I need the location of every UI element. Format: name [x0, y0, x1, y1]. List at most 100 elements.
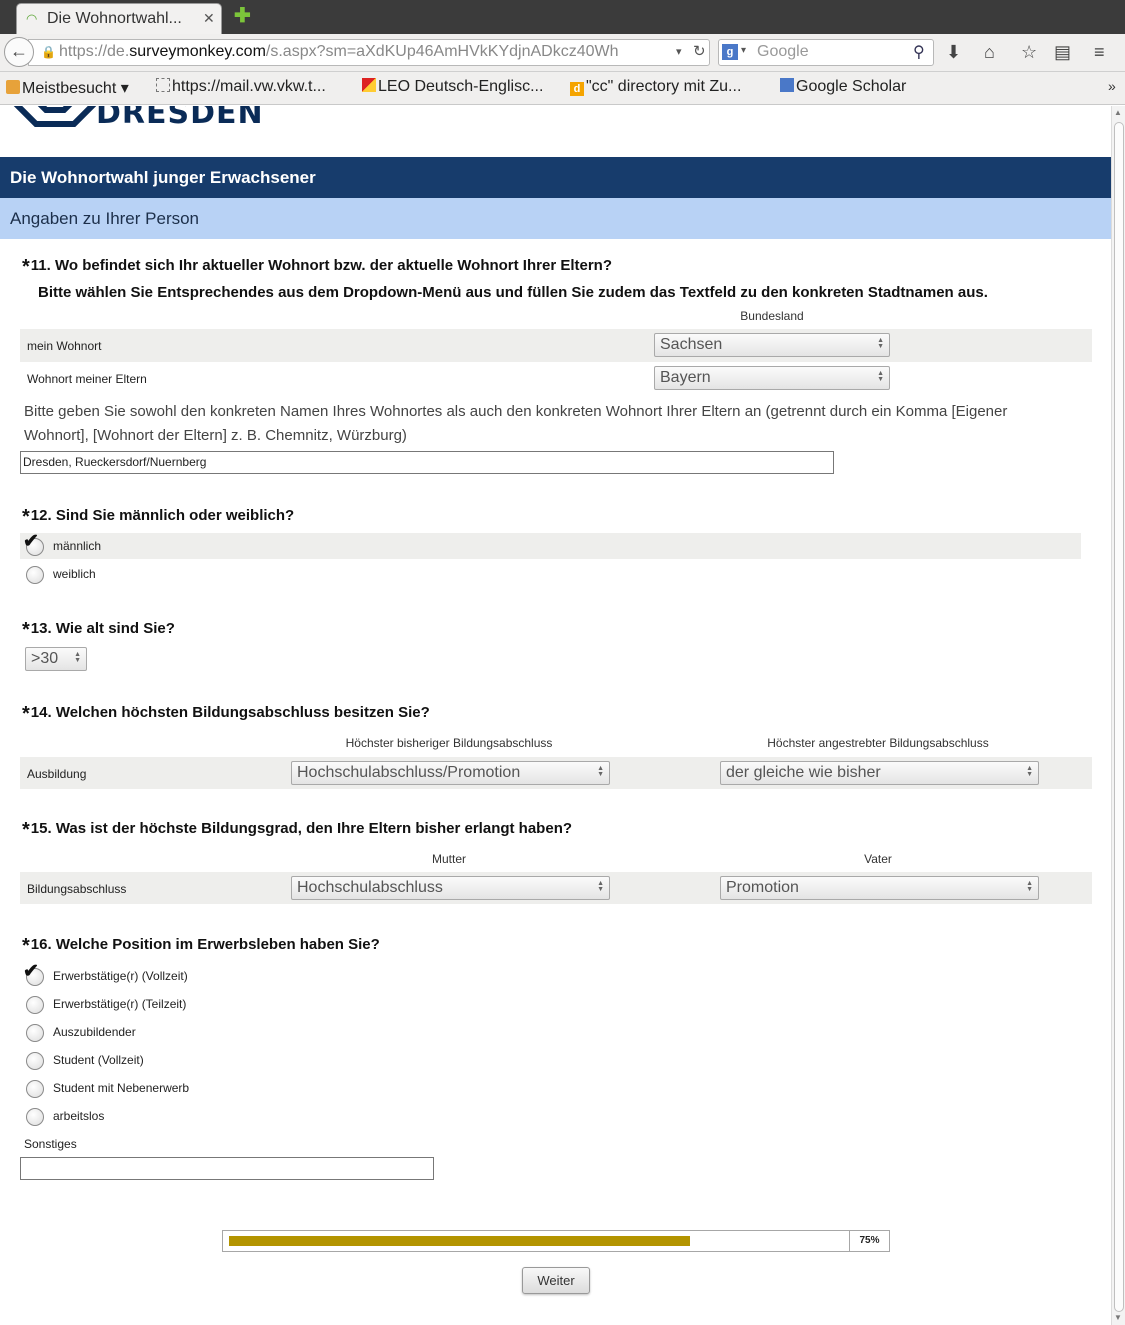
url-bar[interactable]: 🔒 https://de.surveymonkey.com/s.aspx?sm=…: [28, 39, 710, 66]
home-icon[interactable]: ⌂: [984, 41, 995, 63]
radio-button[interactable]: [26, 1052, 44, 1070]
row-label: Bildungsabschluss: [27, 882, 127, 896]
chevron-updown-icon: ▲ ▼: [597, 765, 604, 778]
column-header-bundesland: Bundesland: [740, 309, 804, 323]
matrix-row: Ausbildung Hochschulabschluss/Promotion ▲…: [20, 757, 1092, 789]
question-12-title: 12. Sind Sie männlich oder weiblich?: [30, 507, 295, 524]
bisheriger-abschluss-select[interactable]: Hochschulabschluss/Promotion ▲ ▼: [291, 761, 610, 785]
bookmarks-toolbar: Meistbesucht ▾ https://mail.vw.vkw.t... …: [0, 72, 1125, 105]
question-11-title: 11. Wo befindet sich Ihr aktueller Wohno…: [30, 257, 612, 274]
required-star: *: [22, 935, 30, 957]
scholar-icon: [780, 78, 794, 92]
eltern-wohnort-select[interactable]: Bayern ▲ ▼: [654, 366, 890, 390]
radio-button[interactable]: [26, 996, 44, 1014]
question-14-title: 14. Welchen höchsten Bildungsabschluss b…: [30, 704, 430, 721]
url-text[interactable]: https://de.surveymonkey.com/s.aspx?sm=aX…: [59, 43, 671, 61]
radio-option-maennlich[interactable]: ✔ männlich: [20, 531, 1081, 559]
loading-icon: ◠: [26, 11, 38, 26]
question-12: *12. Sind Sie männlich oder weiblich?: [22, 506, 294, 529]
search-input[interactable]: Google: [757, 43, 809, 61]
chevron-updown-icon: ▲ ▼: [877, 370, 884, 383]
scrollbar[interactable]: ▲ ▼: [1111, 106, 1125, 1325]
city-names-input[interactable]: Dresden, Rueckersdorf/Nuernberg: [20, 451, 834, 474]
folder-icon: [6, 80, 20, 94]
question-13-title: 13. Wie alt sind Sie?: [30, 620, 175, 637]
next-button[interactable]: Weiter: [522, 1267, 590, 1294]
logo-text: DRESDEN: [96, 106, 264, 131]
checkmark-icon: ✔: [23, 531, 39, 552]
chevron-updown-icon: ▲ ▼: [597, 880, 604, 893]
google-engine-icon[interactable]: g: [722, 44, 738, 60]
bookmark-cc-directory[interactable]: d "cc" directory mit Zu...: [570, 78, 741, 96]
sonstiges-input[interactable]: [20, 1157, 434, 1180]
tab-bar: ◠ Die Wohnortwahl... ✕ ✚: [0, 0, 1125, 34]
question-13: *13. Wie alt sind Sie?: [22, 619, 175, 642]
question-11-subtitle: Bitte wählen Sie Entsprechendes aus dem …: [38, 284, 988, 301]
reading-list-icon[interactable]: ▤: [1054, 41, 1071, 63]
chevron-updown-icon: ▲ ▼: [1026, 880, 1033, 893]
column-header-mutter: Mutter: [431, 852, 466, 866]
navigation-toolbar: 🔒 https://de.surveymonkey.com/s.aspx?sm=…: [0, 34, 1125, 72]
download-icon[interactable]: ⬇: [946, 41, 961, 63]
scroll-down-icon[interactable]: ▼: [1114, 1313, 1122, 1322]
survey-title: Die Wohnortwahl junger Erwachsener: [10, 168, 316, 187]
scrollbar-thumb[interactable]: [1114, 122, 1124, 1312]
magnifier-icon[interactable]: ⚲: [913, 42, 925, 62]
progress-track: [229, 1236, 849, 1246]
survey-title-band: Die Wohnortwahl junger Erwachsener: [0, 157, 1111, 198]
question-11: *11. Wo befindet sich Ihr aktueller Wohn…: [22, 256, 988, 301]
engine-dropdown-icon[interactable]: ▾: [741, 45, 746, 56]
row-label: Wohnort meiner Eltern: [27, 372, 147, 386]
page-icon: [156, 78, 170, 92]
required-star: *: [22, 256, 30, 278]
tab-title: Die Wohnortwahl...: [47, 10, 182, 27]
close-icon[interactable]: ✕: [203, 10, 215, 27]
question-15-title: 15. Was ist der höchste Bildungsgrad, de…: [30, 820, 573, 837]
matrix-row: Wohnort meiner Eltern Bayern ▲ ▼: [20, 362, 1092, 395]
wohnort-select[interactable]: Sachsen ▲ ▼: [654, 333, 890, 357]
chevron-updown-icon: ▲ ▼: [1026, 765, 1033, 778]
question-14: *14. Welchen höchsten Bildungsabschluss …: [22, 703, 430, 726]
age-select[interactable]: >30 ▲ ▼: [25, 647, 87, 671]
search-bar[interactable]: g ▾ Google ⚲: [718, 39, 934, 66]
angestrebter-abschluss-select[interactable]: der gleiche wie bisher ▲ ▼: [720, 761, 1039, 785]
radio-button[interactable]: [26, 1080, 44, 1098]
vater-abschluss-select[interactable]: Promotion ▲ ▼: [720, 876, 1039, 900]
leo-icon: [362, 78, 376, 92]
column-header-bisheriger: Höchster bisheriger Bildungsabschluss: [345, 736, 553, 750]
required-star: *: [22, 619, 30, 641]
required-star: *: [22, 506, 30, 528]
browser-tab[interactable]: ◠ Die Wohnortwahl... ✕: [16, 3, 222, 34]
page-viewport: DRESDEN Die Wohnortwahl junger Erwachsen…: [0, 106, 1111, 1325]
checkmark-icon: ✔: [23, 961, 39, 982]
radio-button[interactable]: [26, 566, 44, 584]
url-history-dropdown-icon[interactable]: ▾: [676, 45, 682, 58]
sonstiges-label: Sonstiges: [24, 1137, 77, 1151]
menu-icon[interactable]: ≡: [1094, 41, 1105, 63]
matrix-row: Bildungsabschluss Hochschulabschluss ▲ ▼ P…: [20, 872, 1092, 904]
tu-dresden-logo: DRESDEN: [10, 106, 263, 131]
scroll-up-icon[interactable]: ▲: [1114, 108, 1122, 117]
chevron-updown-icon: ▲ ▼: [877, 337, 884, 350]
bookmark-leo[interactable]: LEO Deutsch-Englisc...: [362, 78, 543, 96]
question-15: *15. Was ist der höchste Bildungsgrad, d…: [22, 819, 572, 842]
row-label: mein Wohnort: [27, 339, 102, 353]
question-16: *16. Welche Position im Erwerbsleben hab…: [22, 935, 380, 958]
radio-button[interactable]: [26, 1024, 44, 1042]
matrix-row: mein Wohnort Sachsen ▲ ▼: [20, 329, 1092, 362]
progress-fill: [229, 1236, 690, 1246]
bookmark-most-visited[interactable]: Meistbesucht ▾: [6, 78, 129, 98]
bookmark-google-scholar[interactable]: Google Scholar: [780, 78, 906, 96]
new-tab-icon[interactable]: ✚: [234, 6, 251, 26]
required-star: *: [22, 703, 30, 725]
back-button[interactable]: ←: [4, 37, 34, 67]
bookmark-mail[interactable]: https://mail.vw.vkw.t...: [156, 78, 326, 96]
mutter-abschluss-select[interactable]: Hochschulabschluss ▲ ▼: [291, 876, 610, 900]
row-label: Ausbildung: [27, 767, 87, 781]
d-icon: d: [570, 82, 584, 96]
question-16-title: 16. Welche Position im Erwerbsleben habe…: [30, 936, 380, 953]
more-bookmarks-icon[interactable]: »: [1108, 78, 1116, 94]
radio-button[interactable]: [26, 1108, 44, 1126]
star-icon[interactable]: ☆: [1021, 41, 1037, 63]
reload-icon[interactable]: ↻: [693, 42, 706, 60]
